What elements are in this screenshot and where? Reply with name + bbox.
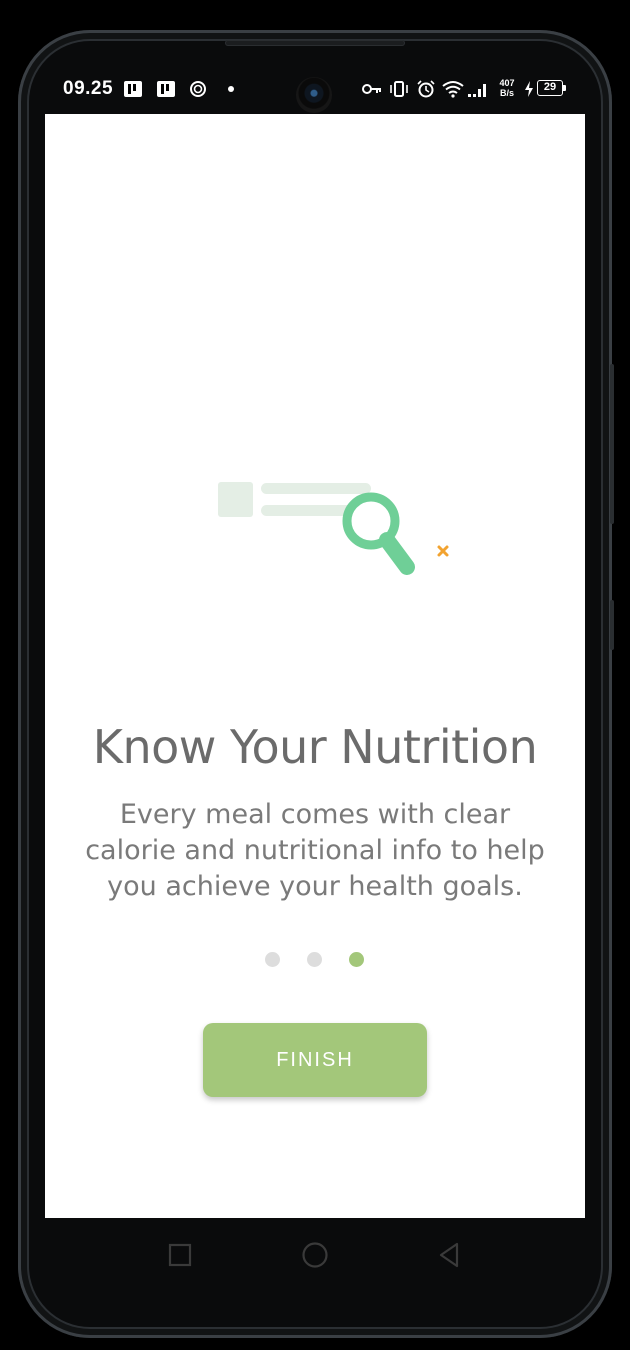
finish-button[interactable]: FINISH: [203, 1023, 427, 1097]
network-speed: 407 B/s: [495, 78, 519, 98]
text-line-icon: [261, 483, 371, 494]
sync-icon: [190, 81, 206, 97]
signal-icon: [468, 84, 486, 97]
volume-button: [610, 364, 614, 524]
info-card-icon: [218, 482, 253, 517]
page-dot-2[interactable]: [307, 952, 322, 967]
vibrate-icon: [390, 81, 408, 97]
notification-dot-icon: [228, 86, 234, 92]
nutrition-search-illustration: [218, 482, 449, 575]
charging-icon: [525, 81, 533, 97]
sparkle-icon: [437, 545, 449, 557]
app-notification-icon: [124, 81, 142, 97]
page-indicator: [45, 952, 585, 968]
app-notification-icon: [157, 81, 175, 97]
power-button: [610, 600, 614, 650]
battery-tip: [563, 85, 566, 91]
onboarding-description: Every meal comes with clear calorie and …: [85, 799, 545, 902]
page-dot-3-active[interactable]: [349, 952, 364, 967]
status-time: 09.25: [63, 78, 114, 99]
alarm-icon: [417, 80, 435, 98]
wifi-icon: [442, 81, 464, 98]
onboarding-title: Know Your Nutrition: [92, 720, 538, 774]
vpn-key-icon: [362, 84, 381, 94]
magnifier-icon: [342, 492, 415, 575]
earpiece-speaker: [225, 40, 405, 46]
home-icon[interactable]: [298, 1238, 332, 1272]
recents-icon[interactable]: [163, 1238, 197, 1272]
network-speed-value: 407: [499, 78, 515, 88]
page-dot-1[interactable]: [265, 952, 280, 967]
onboarding-screen: Know Your Nutrition Every meal comes wit…: [45, 114, 585, 1218]
network-speed-unit: B/s: [499, 88, 514, 98]
back-icon[interactable]: [433, 1238, 467, 1272]
battery-level: 29: [543, 81, 557, 93]
front-camera: [296, 77, 332, 113]
navigation-bar: [45, 1218, 585, 1290]
battery-icon: 29: [537, 80, 563, 96]
